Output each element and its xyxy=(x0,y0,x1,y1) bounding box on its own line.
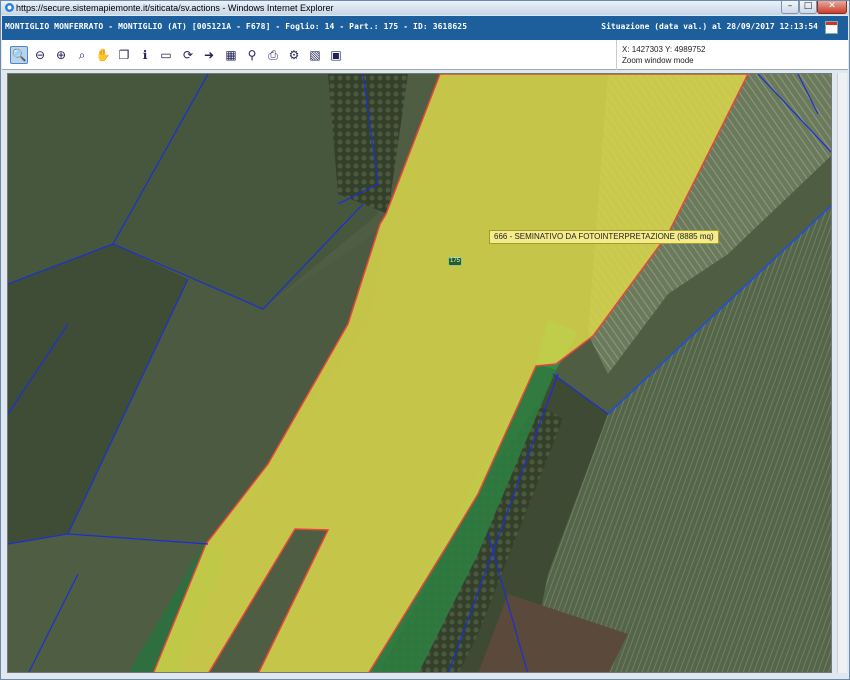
measure-ruler-icon[interactable]: ▭ xyxy=(157,46,175,64)
internet-explorer-icon xyxy=(5,3,14,12)
maximize-button[interactable]: □ xyxy=(799,1,817,14)
layers-icon[interactable]: ▦ xyxy=(222,46,240,64)
coordinate-readout: X: 1427303 Y: 4989752 Zoom window mode xyxy=(622,44,706,66)
pan-hand-icon[interactable]: ✋ xyxy=(94,46,112,64)
print-icon[interactable]: ⎙ xyxy=(264,46,282,64)
orthophoto-map xyxy=(8,74,831,672)
zoom-in-icon[interactable]: ⊕ xyxy=(52,46,70,64)
parcel-info-text: MONTIGLIO MONFERRATO - MONTIGLIO (AT) [0… xyxy=(5,22,468,31)
zoom-out-icon[interactable]: ⊖ xyxy=(31,46,49,64)
search-icon[interactable]: ⚲ xyxy=(243,46,261,64)
mode-text: Zoom window mode xyxy=(622,56,694,65)
zoom-extent-icon[interactable]: ⌕ xyxy=(73,46,91,64)
chart-icon[interactable]: ▧ xyxy=(306,46,324,64)
parcel-info-bar: MONTIGLIO MONFERRATO - MONTIGLIO (AT) [0… xyxy=(2,16,848,40)
map-toolbar: 🔍 ⊖ ⊕ ⌕ ✋ ❐ ℹ ▭ ⟳ ➜ ▦ ⚲ ⎙ ⚙ ▧ ▣ X: 1427303 Y: 4989752 Z… xyxy=(2,40,848,70)
settings-icon[interactable]: ⚙ xyxy=(285,46,303,64)
zoom-window-icon[interactable]: 🔍 xyxy=(10,46,28,64)
arrow-right-icon[interactable]: ➜ xyxy=(200,46,218,64)
refresh-icon[interactable]: ⟳ xyxy=(179,46,197,64)
close-button[interactable]: ✕ xyxy=(817,1,847,14)
minimize-button[interactable]: – xyxy=(781,1,799,14)
vertical-scrollbar[interactable] xyxy=(837,73,847,673)
copy-icon[interactable]: ❐ xyxy=(115,46,133,64)
situation-date-text: Situazione (data val.) al 28/09/2017 12:… xyxy=(601,22,818,31)
map-export-icon[interactable]: ▣ xyxy=(327,46,345,64)
info-icon[interactable]: ℹ xyxy=(136,46,154,64)
toolbar-divider xyxy=(616,40,617,70)
parcel-number-label[interactable]: 175 xyxy=(448,257,462,266)
calendar-icon[interactable] xyxy=(825,21,838,34)
parcel-tooltip: 666 - SEMINATIVO DA FOTOINTERPRETAZIONE … xyxy=(489,230,719,244)
map-view[interactable]: 666 - SEMINATIVO DA FOTOINTERPRETAZIONE … xyxy=(7,73,832,673)
window-title: https://secure.sistemapiemonte.it/sitica… xyxy=(16,3,334,13)
title-bar: https://secure.sistemapiemonte.it/sitica… xyxy=(1,1,849,15)
browser-window: https://secure.sistemapiemonte.it/sitica… xyxy=(0,0,850,680)
coordinates-text: X: 1427303 Y: 4989752 xyxy=(622,45,706,54)
